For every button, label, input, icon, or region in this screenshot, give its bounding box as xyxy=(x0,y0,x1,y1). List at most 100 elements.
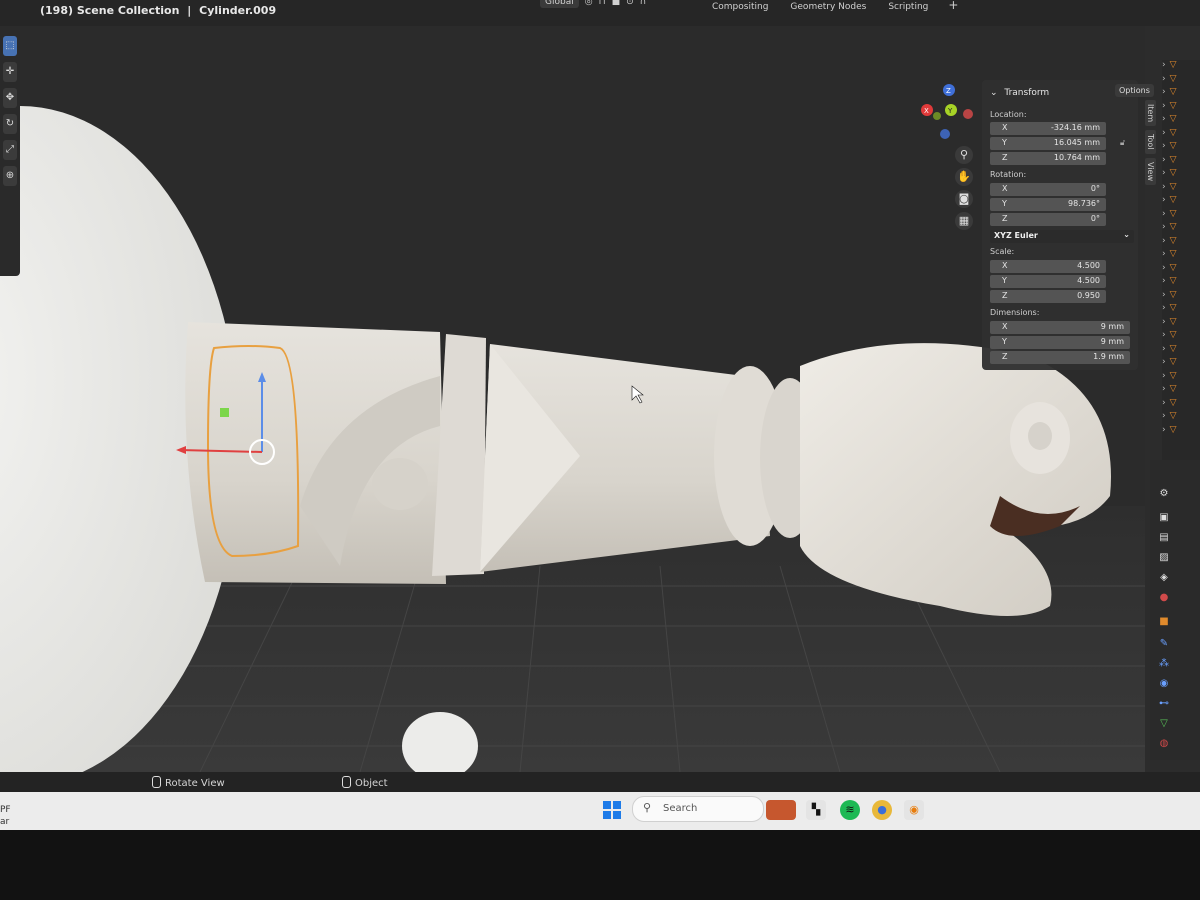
list-item[interactable]: › ▽ xyxy=(1162,141,1200,155)
orientation-dropdown[interactable]: Global xyxy=(540,0,579,8)
camera-icon[interactable]: ◙ xyxy=(955,190,973,208)
task-view-icon[interactable]: ▚ xyxy=(806,800,826,820)
mouse-middle-icon xyxy=(152,776,161,788)
list-item[interactable]: › ▽ xyxy=(1162,182,1200,196)
add-workspace-button[interactable]: + xyxy=(948,0,958,14)
list-item[interactable]: › ▽ xyxy=(1162,74,1200,88)
world-props-icon[interactable]: ● xyxy=(1158,592,1170,604)
list-item[interactable]: › ▽ xyxy=(1162,357,1200,371)
list-item[interactable]: › ▽ xyxy=(1162,249,1200,263)
status-rotate-view: Rotate View xyxy=(152,776,225,789)
breadcrumb-separator: | xyxy=(187,4,192,17)
zoom-icon[interactable]: ⚲ xyxy=(955,146,973,164)
transform-section-header[interactable]: ⌄ Transform xyxy=(990,88,1049,98)
blender-icon[interactable]: ◉ xyxy=(904,800,924,820)
taskbar-search-input[interactable]: ⚲ Search xyxy=(632,796,764,822)
scene-props-icon[interactable]: ◈ xyxy=(1158,572,1170,584)
pan-hand-icon[interactable]: ✋ xyxy=(955,168,973,186)
tab-scripting[interactable]: Scripting xyxy=(886,0,930,14)
list-item[interactable]: › ▽ xyxy=(1162,87,1200,101)
workspace-tabs: Compositing Geometry Nodes Scripting + xyxy=(710,0,958,14)
list-item[interactable]: › ▽ xyxy=(1162,114,1200,128)
mouse-right-icon xyxy=(342,776,351,788)
tab-view[interactable]: View xyxy=(1145,157,1156,185)
move-tool-icon[interactable]: ✥ xyxy=(3,88,17,108)
scale-z-field[interactable]: Z 0.950 xyxy=(990,290,1106,303)
data-props-icon[interactable]: ▽ xyxy=(1158,718,1170,730)
grid-icon[interactable]: ▦ xyxy=(955,212,973,230)
proportional-edit-icon[interactable]: ⊙ xyxy=(626,0,634,7)
options-dropdown[interactable]: Options xyxy=(1115,84,1154,97)
taskbar-left-text: PF ar xyxy=(0,805,11,827)
list-item[interactable]: › ▽ xyxy=(1162,371,1200,385)
tab-tool[interactable]: Tool xyxy=(1145,130,1156,154)
dimensions-x-field[interactable]: X9 mm xyxy=(990,321,1130,334)
tab-geometry-nodes[interactable]: Geometry Nodes xyxy=(788,0,868,14)
plane-handle[interactable] xyxy=(220,408,229,417)
location-z-field[interactable]: Z 10.764 mm xyxy=(990,152,1106,165)
chevron-down-icon: ⌄ xyxy=(990,88,998,98)
list-item[interactable]: › ▽ xyxy=(1162,290,1200,304)
3d-viewport[interactable]: Z X Y ⚲ ✋ ◙ ▦ xyxy=(0,26,1145,772)
rotation-label: Rotation: xyxy=(990,170,1027,179)
dimensions-z-field[interactable]: Z 1.9 mm xyxy=(990,351,1130,364)
list-item[interactable]: › ▽ xyxy=(1162,398,1200,412)
status-object: Object xyxy=(342,776,388,789)
list-item[interactable]: › ▽ xyxy=(1162,411,1200,425)
list-item[interactable]: › ▽ xyxy=(1162,303,1200,317)
list-item[interactable]: › ▽ xyxy=(1162,222,1200,236)
list-item[interactable]: › ▽ xyxy=(1162,276,1200,290)
rotation-z-field[interactable]: Z 0° xyxy=(990,213,1106,226)
viewport-header: (198) Scene Collection | Cylinder.009 Gl… xyxy=(0,0,1200,26)
list-item[interactable]: › ▽ xyxy=(1162,155,1200,169)
particles-icon[interactable]: ⁂ xyxy=(1158,658,1170,670)
chrome-icon[interactable]: ● xyxy=(872,800,892,820)
widgets-icon[interactable] xyxy=(766,800,796,820)
tab-item[interactable]: Item xyxy=(1145,100,1156,127)
list-item[interactable]: › ▽ xyxy=(1162,168,1200,182)
scale-tool-icon[interactable]: ⤢ xyxy=(3,140,17,160)
falloff-icon[interactable]: ∩ xyxy=(640,0,647,7)
output-props-icon[interactable]: ▤ xyxy=(1158,532,1170,544)
tool-props-icon[interactable]: ⚙ xyxy=(1158,488,1170,500)
transform-tool-icon[interactable]: ⊕ xyxy=(3,166,17,186)
rotation-y-field[interactable]: Y 98.736° xyxy=(990,198,1106,211)
rotation-mode-dropdown[interactable]: XYZ Euler ⌄ xyxy=(990,230,1134,243)
scale-y-field[interactable]: Y 4.500 xyxy=(990,275,1106,288)
list-item[interactable]: › ▽ xyxy=(1162,128,1200,142)
list-item[interactable]: › ▽ xyxy=(1162,384,1200,398)
render-props-icon[interactable]: ▣ xyxy=(1158,512,1170,524)
list-item[interactable]: › ▽ xyxy=(1162,425,1200,439)
pivot-icon[interactable]: ◎ xyxy=(585,0,593,7)
list-item[interactable]: › ▽ xyxy=(1162,344,1200,358)
physics-icon[interactable]: ◉ xyxy=(1158,678,1170,690)
location-x-field[interactable]: X -324.16 mm xyxy=(990,122,1106,135)
lock-icon[interactable]: 🔓︎ xyxy=(1120,138,1125,148)
modifier-wrench-icon[interactable]: ✎ xyxy=(1158,638,1170,650)
list-item[interactable]: › ▽ xyxy=(1162,317,1200,331)
select-tool-icon[interactable]: ⬚ xyxy=(3,36,17,56)
tab-compositing[interactable]: Compositing xyxy=(710,0,770,14)
constraints-icon[interactable]: ⊷ xyxy=(1158,698,1170,710)
object-props-icon[interactable]: ■ xyxy=(1158,616,1170,628)
search-icon: ⚲ xyxy=(643,801,652,814)
material-props-icon[interactable]: ◍ xyxy=(1158,738,1170,750)
dimensions-y-field[interactable]: Y9 mm xyxy=(990,336,1130,349)
location-y-field[interactable]: Y 16.045 mm xyxy=(990,137,1106,150)
cursor-tool-icon[interactable]: ✛ xyxy=(3,62,17,82)
rotate-tool-icon[interactable]: ↻ xyxy=(3,114,17,134)
list-item[interactable]: › ▽ xyxy=(1162,236,1200,250)
snap-target-icon[interactable]: ■ xyxy=(612,0,621,7)
scale-x-field[interactable]: X 4.500 xyxy=(990,260,1106,273)
list-item[interactable]: › ▽ xyxy=(1162,195,1200,209)
spotify-icon[interactable]: ≋ xyxy=(840,800,860,820)
list-item[interactable]: › ▽ xyxy=(1162,209,1200,223)
windows-start-icon[interactable] xyxy=(603,801,621,819)
rotation-x-field[interactable]: X 0° xyxy=(990,183,1106,196)
snap-icon[interactable]: ⊓ xyxy=(599,0,606,7)
list-item[interactable]: › ▽ xyxy=(1162,101,1200,115)
list-item[interactable]: › ▽ xyxy=(1162,263,1200,277)
list-item[interactable]: › ▽ xyxy=(1162,60,1200,74)
list-item[interactable]: › ▽ xyxy=(1162,330,1200,344)
view-layer-icon[interactable]: ▨ xyxy=(1158,552,1170,564)
